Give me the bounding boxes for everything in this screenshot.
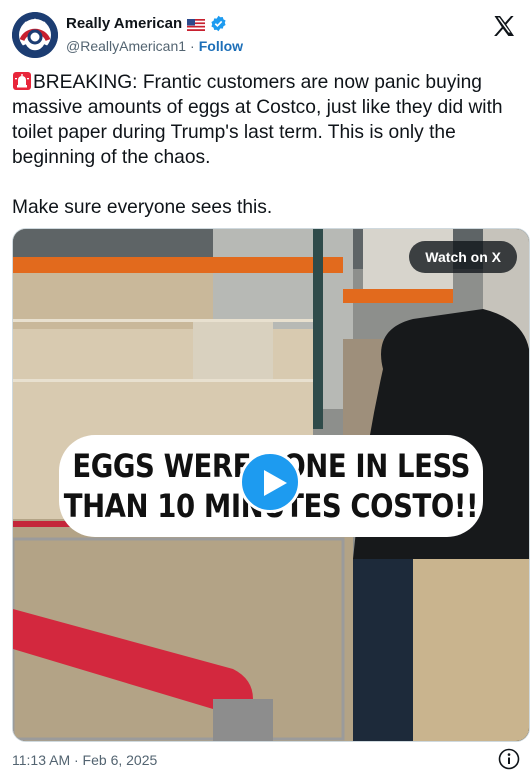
info-icon[interactable] — [498, 748, 520, 770]
follow-button[interactable]: Follow — [199, 38, 243, 54]
display-name[interactable]: Really American — [66, 15, 182, 32]
separator: · — [190, 38, 195, 54]
name-row: Really American — [66, 15, 227, 32]
siren-icon — [12, 71, 32, 91]
watch-on-x-button[interactable]: Watch on X — [409, 241, 517, 273]
handle-row: @ReallyAmerican1 · Follow — [66, 38, 243, 54]
tweet-header: Really American @ReallyAmerican1 · Follo… — [12, 12, 518, 62]
us-flag-icon — [187, 18, 206, 31]
verified-badge-icon — [210, 15, 227, 32]
avatar[interactable] — [12, 12, 58, 58]
play-icon — [264, 470, 287, 496]
x-logo-icon[interactable] — [492, 14, 516, 38]
play-button[interactable] — [239, 451, 301, 513]
video-player[interactable]: Watch on X EGGS WERE GONE IN LESS THAN 1… — [12, 228, 530, 742]
tweet-text-block: BREAKING: Frantic customers are now pani… — [12, 70, 512, 220]
timestamp[interactable]: 11:13 AM · Feb 6, 2025 — [12, 752, 157, 768]
tweet-text: BREAKING: Frantic customers are now pani… — [12, 72, 503, 218]
handle[interactable]: @ReallyAmerican1 — [66, 38, 186, 54]
